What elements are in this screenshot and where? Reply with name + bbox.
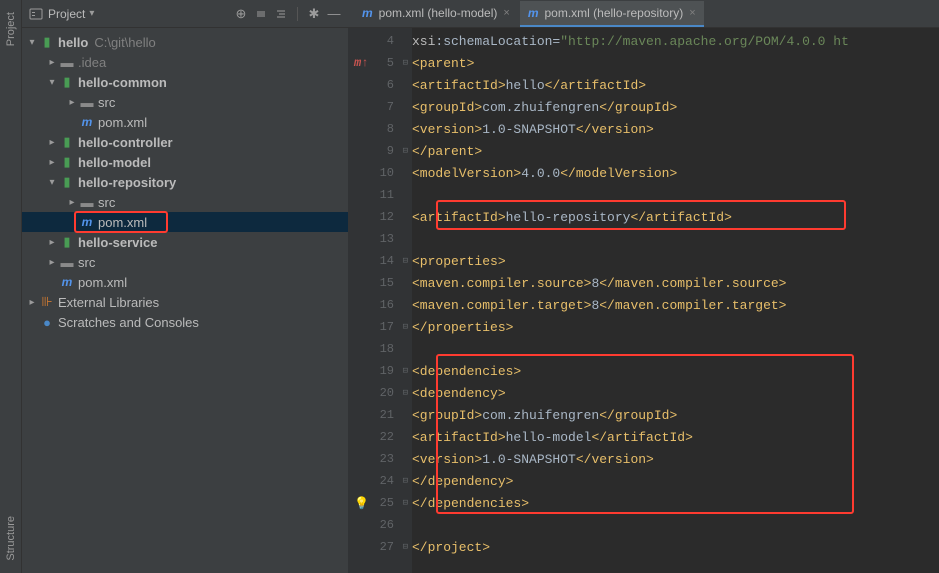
rail-structure[interactable]: Structure	[5, 510, 17, 567]
tree-root[interactable]: ▾▮ hello C:\git\hello	[22, 32, 348, 52]
editor-area: m pom.xml (hello-model) × m pom.xml (hel…	[348, 0, 939, 573]
tree-hello-model[interactable]: ▸▮ hello-model	[22, 152, 348, 172]
left-tool-rail: Project Structure	[0, 0, 22, 573]
tab-pom-repository[interactable]: m pom.xml (hello-repository) ×	[520, 1, 704, 27]
project-tree-icon	[28, 6, 44, 22]
intention-bulb-icon[interactable]: 💡	[354, 496, 369, 511]
tree-hello-repository-src[interactable]: ▸▬ src	[22, 192, 348, 212]
divider	[297, 7, 298, 21]
maven-reimport-icon[interactable]: m↑	[354, 56, 368, 70]
tab-pom-model[interactable]: m pom.xml (hello-model) ×	[354, 1, 518, 27]
maven-file-icon: m	[362, 6, 373, 20]
settings-icon[interactable]: ✱	[306, 6, 322, 22]
select-opened-file-icon[interactable]: ⊕	[233, 6, 249, 22]
tree-hello-repository-pom[interactable]: m pom.xml	[22, 212, 348, 232]
tree-root-pom[interactable]: m pom.xml	[22, 272, 348, 292]
tree-external-libraries[interactable]: ▸⊪ External Libraries	[22, 292, 348, 312]
code-content[interactable]: xsi:schemaLocation="http://maven.apache.…	[412, 28, 939, 573]
hide-icon[interactable]: —	[326, 6, 342, 22]
expand-all-icon[interactable]	[253, 6, 269, 22]
tree-hello-common-pom[interactable]: m pom.xml	[22, 112, 348, 132]
sidebar-header: Project ▾ ⊕ ✱ —	[22, 0, 348, 28]
tree-hello-service[interactable]: ▸▮ hello-service	[22, 232, 348, 252]
editor-tabs: m pom.xml (hello-model) × m pom.xml (hel…	[348, 0, 939, 28]
maven-file-icon: m	[528, 6, 539, 20]
rail-project[interactable]: Project	[5, 6, 17, 52]
tree-hello-controller[interactable]: ▸▮ hello-controller	[22, 132, 348, 152]
project-tree: ▾▮ hello C:\git\hello ▸▬ .idea ▾▮ hello-…	[22, 28, 348, 573]
sidebar-title[interactable]: Project ▾	[48, 7, 94, 21]
code-editor[interactable]: 4 m↑5⊟ 6 7 8 9⊟ 10 11 12 13 14⊟ 15 16 17…	[348, 28, 939, 573]
tree-idea[interactable]: ▸▬ .idea	[22, 52, 348, 72]
close-icon[interactable]: ×	[503, 7, 509, 19]
tree-hello-common[interactable]: ▾▮ hello-common	[22, 72, 348, 92]
project-sidebar: Project ▾ ⊕ ✱ — ▾▮ hello C:\git\hello ▸▬	[22, 0, 348, 573]
tree-scratches[interactable]: ● Scratches and Consoles	[22, 312, 348, 332]
collapse-all-icon[interactable]	[273, 6, 289, 22]
gutter: 4 m↑5⊟ 6 7 8 9⊟ 10 11 12 13 14⊟ 15 16 17…	[348, 28, 412, 573]
tree-hello-repository[interactable]: ▾▮ hello-repository	[22, 172, 348, 192]
tree-src[interactable]: ▸▬ src	[22, 252, 348, 272]
tree-hello-common-src[interactable]: ▸▬ src	[22, 92, 348, 112]
close-icon[interactable]: ×	[689, 7, 695, 19]
